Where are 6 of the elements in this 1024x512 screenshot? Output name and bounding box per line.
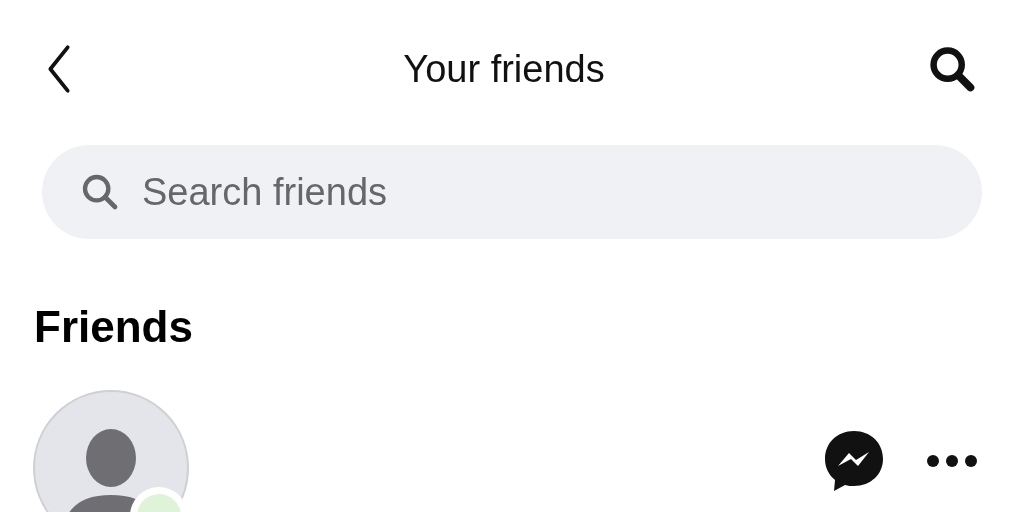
search-field[interactable]: Search friends bbox=[42, 145, 982, 239]
more-options-icon[interactable] bbox=[926, 454, 978, 468]
section-heading: Friends bbox=[33, 305, 194, 349]
page-title: Your friends bbox=[403, 46, 605, 92]
search-icon bbox=[80, 172, 120, 212]
messenger-icon[interactable] bbox=[822, 429, 886, 493]
